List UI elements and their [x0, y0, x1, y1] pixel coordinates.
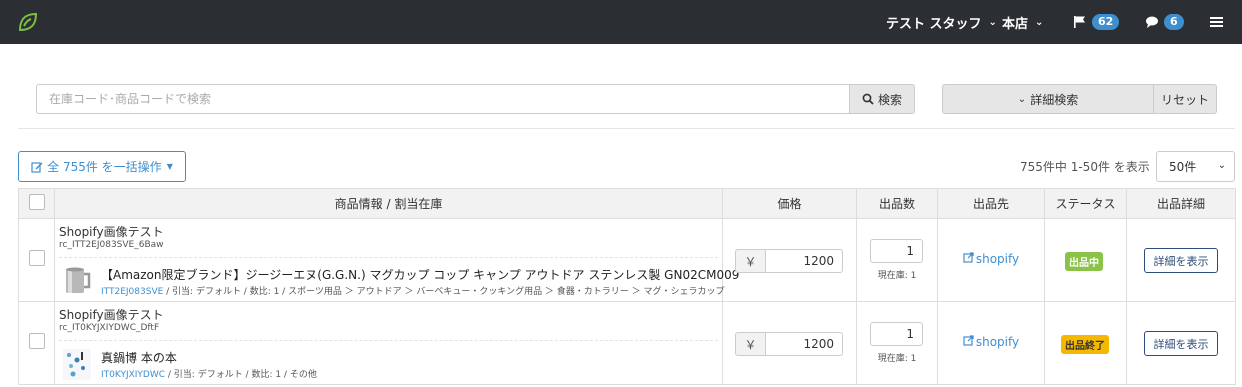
store-menu-label: 本店: [1002, 16, 1029, 32]
search-button-label: 検索: [877, 92, 902, 107]
header-product: 商品情報 / 割当在庫: [54, 188, 723, 219]
per-page-value: 50件: [1169, 160, 1197, 174]
chevron-down-icon: ⌄: [988, 16, 997, 28]
result-count: 755件中 1-50件 を表示: [1020, 160, 1150, 174]
price-input-group: ￥: [735, 249, 843, 273]
show-detail-button[interactable]: 詳細を表示: [1144, 248, 1218, 273]
channel-label: shopify: [975, 335, 1020, 349]
product-thumbnail-book: [63, 349, 91, 380]
flag-notifications[interactable]: 62: [1073, 0, 1120, 44]
select-all-cell: [18, 188, 55, 219]
store-menu[interactable]: 本店 ⌄: [1002, 0, 1043, 44]
table-row: Shopify画像テスト rc_IT0KYJXIYDWC_DftF 真鍋博 本の…: [18, 301, 1236, 385]
advanced-search-button[interactable]: ⌄ 詳細検索: [942, 84, 1154, 114]
staff-menu[interactable]: テスト スタッフ ⌄: [886, 0, 997, 44]
row-checkbox[interactable]: [28, 333, 45, 349]
table-header-row: 商品情報 / 割当在庫 価格 出品数 出品先 ステータス 出品詳細: [18, 188, 1236, 219]
current-stock: 現在庫: 1: [877, 271, 917, 281]
price-input[interactable]: [766, 249, 843, 273]
search-input[interactable]: [36, 84, 850, 114]
search-button[interactable]: 検索: [849, 84, 915, 114]
search-icon: [862, 93, 874, 105]
header-quantity: 出品数: [856, 188, 938, 219]
row-checkbox[interactable]: [28, 250, 45, 266]
product-info-cell: Shopify画像テスト rc_IT0KYJXIYDWC_DftF 真鍋博 本の…: [54, 301, 723, 385]
dashed-divider: [59, 340, 718, 341]
price-input[interactable]: [766, 332, 843, 356]
sku-link[interactable]: ITT2EJ083SVE: [101, 287, 163, 297]
flag-icon: [1074, 16, 1085, 28]
product-table: 商品情報 / 割当在庫 価格 出品数 出品先 ステータス 出品詳細 Shopif…: [18, 188, 1236, 385]
table-row: Shopify画像テスト rc_ITT2EJ083SVE_6Baw 【Amazo…: [18, 218, 1236, 302]
external-link-icon: [963, 335, 974, 346]
product-title: Shopify画像テスト: [59, 308, 164, 322]
select-all-checkbox[interactable]: [28, 194, 45, 210]
bulk-action-label: 全 755件 を一括操作: [47, 160, 162, 174]
product-name: 真鍋博 本の本: [101, 351, 177, 365]
channel-label: shopify: [975, 252, 1020, 266]
status-cell: 出品終了: [1044, 301, 1127, 385]
top-navbar: テスト スタッフ ⌄ 本店 ⌄ 62 6: [0, 0, 1242, 44]
product-name: 【Amazon限定ブランド】ジージーエヌ(G.G.N.) マグカップ コップ キ…: [101, 268, 740, 282]
chevron-down-icon: ⌄: [1035, 16, 1044, 28]
current-stock: 現在庫: 1: [877, 354, 917, 364]
dashed-divider: [59, 257, 718, 258]
shopify-link[interactable]: shopify: [938, 252, 1044, 266]
chevron-down-icon: ⌄: [1217, 160, 1226, 171]
message-notifications[interactable]: 6: [1145, 0, 1184, 44]
show-detail-button[interactable]: 詳細を表示: [1144, 331, 1218, 356]
product-meta: ITT2EJ083SVE / 引当: デフォルト / 数比: 1 / スポーツ用…: [101, 284, 725, 297]
currency-addon: ￥: [735, 332, 766, 356]
status-cell: 出品中: [1044, 218, 1127, 302]
product-info-cell: Shopify画像テスト rc_ITT2EJ083SVE_6Baw 【Amazo…: [54, 218, 739, 302]
detail-cell: 詳細を表示: [1126, 301, 1236, 385]
quantity-input[interactable]: [870, 322, 923, 346]
reset-button[interactable]: リセット: [1153, 84, 1217, 114]
leaf-logo[interactable]: [16, 10, 40, 34]
shopify-link[interactable]: shopify: [938, 335, 1044, 349]
hamburger-icon: [1210, 17, 1223, 27]
external-link-icon: [963, 252, 974, 263]
product-meta: IT0KYJXIYDWC / 引当: デフォルト / 数比: 1 / その他: [101, 367, 317, 380]
channel-cell: shopify: [937, 218, 1045, 302]
per-page-select[interactable]: 50件 ⌄: [1156, 151, 1235, 182]
quantity-cell: 現在庫: 1: [856, 218, 938, 302]
edit-icon: [31, 161, 43, 173]
header-price: 価格: [722, 188, 857, 219]
price-cell: ￥: [722, 218, 857, 302]
channel-cell: shopify: [937, 301, 1045, 385]
row-select-cell: [18, 218, 55, 302]
product-code: rc_IT0KYJXIYDWC_DftF: [59, 323, 160, 333]
staff-menu-label: テスト スタッフ: [886, 16, 982, 32]
detail-cell: 詳細を表示: [1126, 218, 1236, 302]
product-title: Shopify画像テスト: [59, 225, 164, 239]
price-cell: ￥: [722, 301, 857, 385]
product-code: rc_ITT2EJ083SVE_6Baw: [59, 240, 164, 250]
chat-icon: [1146, 16, 1158, 28]
message-count-badge: 6: [1164, 14, 1184, 30]
caret-down-icon: ▼: [166, 162, 173, 171]
status-badge: 出品終了: [1061, 335, 1109, 354]
quantity-input[interactable]: [870, 239, 923, 263]
divider: [18, 128, 1235, 129]
quantity-cell: 現在庫: 1: [856, 301, 938, 385]
header-detail: 出品詳細: [1126, 188, 1236, 219]
sku-link[interactable]: IT0KYJXIYDWC: [101, 370, 165, 380]
flag-count-badge: 62: [1092, 14, 1120, 30]
advanced-search-label: 詳細検索: [1030, 92, 1079, 107]
price-input-group: ￥: [735, 332, 843, 356]
product-thumbnail-mug: [66, 267, 91, 293]
reset-button-label: リセット: [1160, 92, 1209, 107]
row-select-cell: [18, 301, 55, 385]
status-badge: 出品中: [1065, 252, 1103, 271]
header-status: ステータス: [1044, 188, 1127, 219]
bulk-action-button[interactable]: 全 755件 を一括操作 ▼: [18, 151, 186, 182]
currency-addon: ￥: [735, 249, 766, 273]
header-channel: 出品先: [937, 188, 1045, 219]
chevron-down-icon: ⌄: [1017, 93, 1027, 105]
allocation-info: / 引当: デフォルト / 数比: 1 / その他: [165, 370, 317, 380]
allocation-info: / 引当: デフォルト / 数比: 1 / スポーツ用品 ＞ アウトドア ＞ バ…: [163, 287, 725, 297]
hamburger-menu[interactable]: [1210, 0, 1223, 44]
